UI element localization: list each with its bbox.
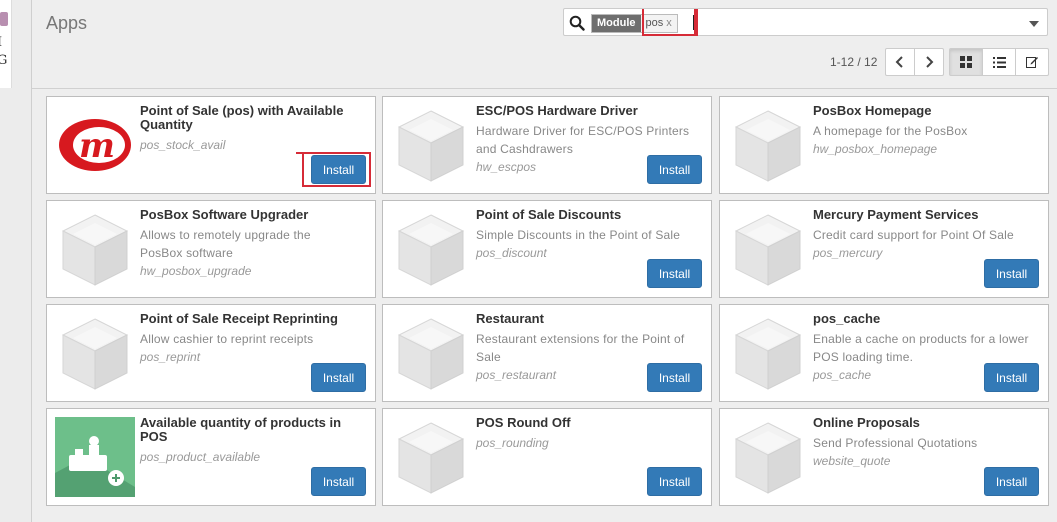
app-card-hw-posbox-homepage[interactable]: PosBox Homepage A homepage for the PosBo… [719,96,1049,194]
m-logo-icon: m [59,119,131,171]
app-summary: Restaurant extensions for the Point of S… [476,332,685,364]
app-summary: A homepage for the PosBox [813,124,968,138]
install-button[interactable]: Install [647,259,702,288]
default-module-icon [398,318,464,390]
app-name: Point of Sale (pos) with Available Quant… [140,103,344,132]
app-card-hw-posbox-upgrade[interactable]: PosBox Software Upgrader Allows to remot… [46,200,376,298]
app-card-pos-stock-avail[interactable]: m Point of Sale (pos) with Available Qua… [46,96,376,194]
default-module-icon [398,214,464,286]
app-name: Restaurant [476,311,544,326]
app-technical-name: pos_product_available [140,450,261,464]
app-summary: Enable a cache on products for a lower P… [813,332,1029,364]
app-technical-name: pos_mercury [813,246,883,260]
app-summary: Simple Discounts in the Point of Sale [476,228,681,242]
form-view-button[interactable] [1015,48,1049,76]
pager-next-button[interactable] [914,48,944,76]
install-button[interactable]: Install [311,467,366,496]
app-card-pos-reprint[interactable]: Point of Sale Receipt Reprinting Allow c… [46,304,376,402]
default-module-icon [735,110,801,182]
facet-value: pos x [640,15,677,32]
control-panel: Apps Module pos x 1-12 / 12 [32,0,1057,89]
app-name: PosBox Homepage [813,103,932,118]
app-name: Point of Sale Discounts [476,207,622,222]
search-dropdown-toggle-icon[interactable] [1029,21,1039,27]
app-name: Available quantity of products in POS [140,415,342,444]
default-module-icon [735,318,801,390]
search-input-caret[interactable] [693,15,694,30]
app-card-website-quote[interactable]: Online Proposals Send Professional Quota… [719,408,1049,506]
install-button[interactable]: Install [311,363,366,392]
app-card-pos-cache[interactable]: pos_cache Enable a cache on products for… [719,304,1049,402]
app-technical-name: pos_reprint [140,350,201,364]
list-icon [992,56,1006,68]
app-name: ESC/POS Hardware Driver [476,103,638,118]
app-card-hw-escpos[interactable]: ESC/POS Hardware Driver Hardware Driver … [382,96,712,194]
logo-letter-g: G [0,54,7,68]
install-button[interactable]: Install [647,363,702,392]
chevron-right-icon [926,56,934,68]
logo-letter-i: I [0,36,2,50]
facet-value-text: pos [645,17,664,29]
app-card-pos-discount[interactable]: Point of Sale Discounts Simple Discounts… [382,200,712,298]
edit-icon [1026,57,1038,68]
default-module-icon [62,214,128,286]
install-button[interactable]: Install [984,259,1039,288]
install-button[interactable]: Install [984,467,1039,496]
app-name: pos_cache [813,311,881,326]
app-name: Online Proposals [813,415,920,430]
svg-text:m: m [79,126,115,166]
default-module-icon [62,318,128,390]
facet-category-label: Module [592,15,641,32]
install-button[interactable]: Install [647,467,702,496]
grid-icon [960,56,972,68]
company-logo[interactable]: I G [0,0,12,88]
install-button[interactable]: Install [311,155,366,184]
app-technical-name: pos_restaurant [476,368,557,382]
page-title: Apps [46,13,88,33]
pager-previous-button[interactable] [885,48,915,76]
search-facet: Module pos x [591,14,678,33]
app-technical-name: hw_posbox_homepage [813,142,938,156]
facet-remove-button[interactable]: x [666,17,672,29]
default-module-icon [398,110,464,182]
app-technical-name: hw_escpos [476,160,537,174]
pager-value: 1-12 / 12 [830,55,878,69]
app-card-pos-rounding[interactable]: POS Round Off pos_rounding Install [382,408,712,506]
app-summary: Allow cashier to reprint receipts [140,332,314,346]
app-summary: Allows to remotely upgrade the PosBox so… [140,228,311,260]
app-name: PosBox Software Upgrader [140,207,309,222]
app-technical-name: pos_stock_avail [140,138,226,152]
app-name: POS Round Off [476,415,571,430]
default-module-icon [735,422,801,494]
app-card-pos-product-available[interactable]: Available quantity of products in POS po… [46,408,376,506]
app-summary: Send Professional Quotations [813,436,978,450]
search-icon [569,15,585,31]
left-sidebar-strip: I G [0,0,32,522]
chevron-left-icon [895,56,903,68]
search-bar[interactable]: Module pos x [563,8,1048,36]
app-summary: Credit card support for Point Of Sale [813,228,1014,242]
app-card-pos-restaurant[interactable]: Restaurant Restaurant extensions for the… [382,304,712,402]
app-technical-name: hw_posbox_upgrade [140,264,252,278]
product-available-icon [55,417,135,497]
app-technical-name: pos_rounding [476,436,549,450]
app-name: Mercury Payment Services [813,207,979,222]
app-card-pos-mercury[interactable]: Mercury Payment Services Credit card sup… [719,200,1049,298]
app-name: Point of Sale Receipt Reprinting [140,311,338,326]
app-technical-name: pos_discount [476,246,547,260]
install-button[interactable]: Install [647,155,702,184]
app-technical-name: website_quote [813,454,891,468]
kanban-view-button[interactable] [949,48,983,76]
list-view-button[interactable] [982,48,1016,76]
install-button[interactable]: Install [984,363,1039,392]
default-module-icon [398,422,464,494]
app-technical-name: pos_cache [813,368,872,382]
logo-emblem-icon [0,12,8,26]
app-summary: Hardware Driver for ESC/POS Printers and… [476,124,690,156]
default-module-icon [735,214,801,286]
